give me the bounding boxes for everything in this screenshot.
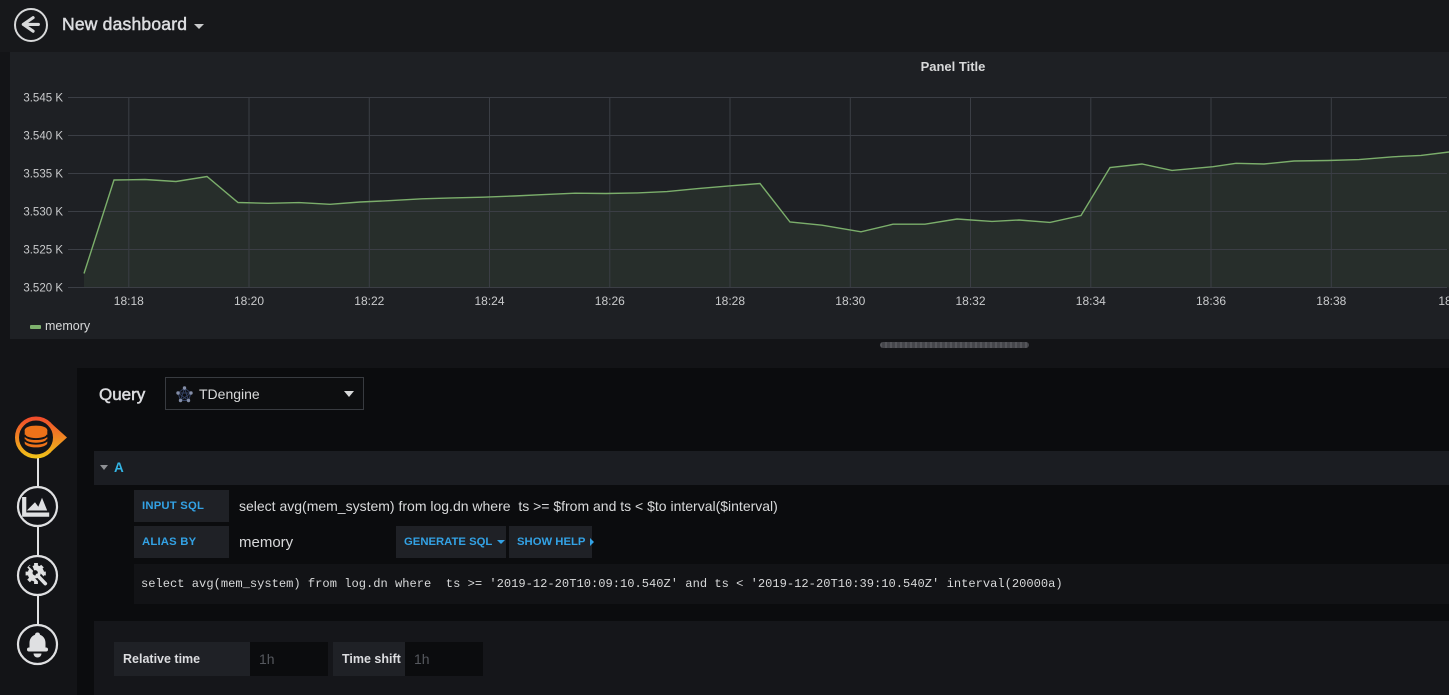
svg-text:3.535 K: 3.535 K (23, 169, 63, 181)
svg-text:18: 18 (1438, 294, 1449, 308)
svg-text:18:18: 18:18 (114, 294, 144, 308)
svg-text:18:36: 18:36 (1196, 294, 1226, 308)
svg-text:3.545 K: 3.545 K (23, 93, 63, 105)
svg-text:18:20: 18:20 (234, 294, 264, 308)
svg-text:18:22: 18:22 (354, 294, 384, 308)
svg-text:18:34: 18:34 (1076, 294, 1106, 308)
svg-text:18:38: 18:38 (1316, 294, 1346, 308)
svg-text:3.525 K: 3.525 K (23, 245, 63, 257)
svg-text:18:28: 18:28 (715, 294, 745, 308)
svg-text:18:32: 18:32 (955, 294, 985, 308)
svg-text:3.520 K: 3.520 K (23, 283, 63, 295)
svg-text:18:30: 18:30 (835, 294, 865, 308)
svg-text:3.530 K: 3.530 K (23, 207, 63, 219)
svg-text:3.540 K: 3.540 K (23, 131, 63, 143)
svg-text:18:24: 18:24 (474, 294, 504, 308)
svg-text:18:26: 18:26 (595, 294, 625, 308)
